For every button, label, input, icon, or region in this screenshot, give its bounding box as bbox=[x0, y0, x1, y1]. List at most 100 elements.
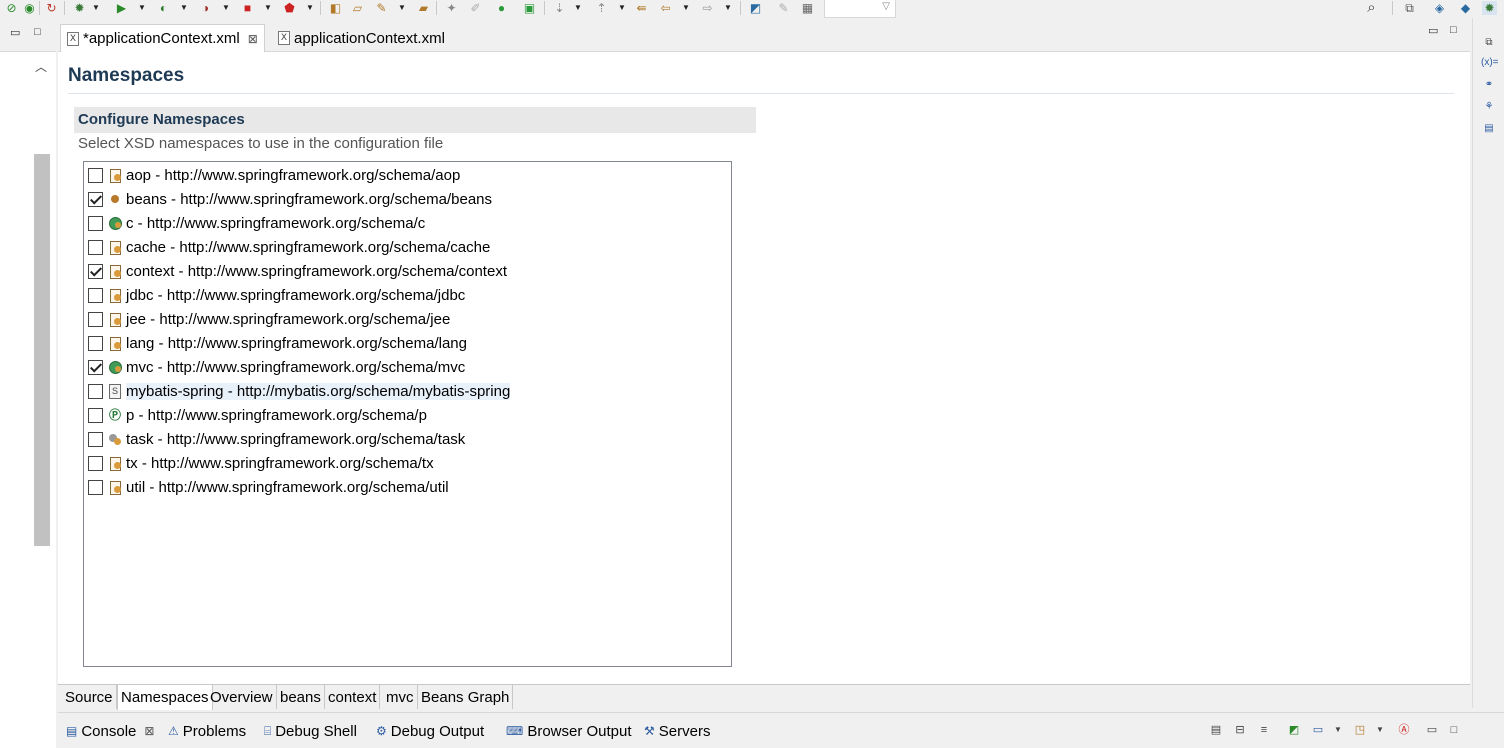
checkbox[interactable] bbox=[88, 359, 103, 375]
pin-editor-icon[interactable]: ◩ bbox=[748, 1, 763, 15]
grid-icon[interactable]: ▦ bbox=[800, 1, 815, 15]
tab-beans-graph[interactable]: Beans Graph bbox=[418, 685, 514, 709]
checkbox[interactable] bbox=[88, 167, 103, 183]
checkbox[interactable] bbox=[88, 431, 103, 447]
display-dropdown-icon[interactable]: ▼ bbox=[1330, 722, 1346, 738]
display-console-icon[interactable]: ▭ bbox=[1310, 722, 1326, 738]
console-icon[interactable]: ● bbox=[494, 1, 509, 15]
word-wrap-icon[interactable]: ≡ bbox=[1256, 722, 1272, 738]
tab-application-context[interactable]: X applicationContext.xml bbox=[272, 24, 451, 52]
checkbox[interactable] bbox=[88, 407, 103, 423]
forward-dropdown-icon[interactable]: ▼ bbox=[724, 4, 732, 12]
tab-debug-shell[interactable]: ⌸ Debug Shell bbox=[264, 721, 357, 741]
left-scrollbar[interactable]: ︿ bbox=[32, 56, 52, 746]
tab-application-context-dirty[interactable]: X *applicationContext.xml ⊠ bbox=[60, 24, 265, 52]
clear-console-icon[interactable]: ▤ bbox=[1208, 722, 1224, 738]
namespace-item-p[interactable]: Ⓟp - http://www.springframework.org/sche… bbox=[88, 404, 427, 426]
checkbox[interactable] bbox=[88, 311, 103, 327]
breakpoints-icon[interactable]: ⚭ bbox=[1481, 78, 1497, 92]
namespace-item-task[interactable]: task - http://www.springframework.org/sc… bbox=[88, 428, 465, 450]
profile-dropdown-icon[interactable]: ▼ bbox=[222, 4, 230, 12]
variables-icon[interactable]: (x)= bbox=[1481, 56, 1499, 70]
stop-dropdown-icon[interactable]: ▼ bbox=[264, 4, 272, 12]
annotation-icon[interactable]: ✦ bbox=[444, 1, 459, 15]
debug-perspective-button-icon[interactable]: ✹ bbox=[1482, 1, 1497, 15]
namespace-item-mybatis-spring[interactable]: mybatis-spring - http://mybatis.org/sche… bbox=[88, 380, 511, 402]
pin-console-icon[interactable]: ◩ bbox=[1286, 722, 1302, 738]
run-icon[interactable]: ▶ bbox=[114, 1, 129, 15]
namespace-item-mvc[interactable]: mvc - http://www.springframework.org/sch… bbox=[88, 356, 465, 378]
namespace-item-context[interactable]: context - http://www.springframework.org… bbox=[88, 260, 507, 282]
tab-servers[interactable]: ⚒ Servers bbox=[644, 721, 710, 741]
checkbox[interactable] bbox=[88, 383, 103, 399]
open-console-icon[interactable]: ◳ bbox=[1352, 722, 1368, 738]
profile-icon[interactable]: ◑ bbox=[198, 1, 213, 15]
stop-icon[interactable]: ■ bbox=[240, 1, 255, 15]
skip-breakpoints-icon[interactable]: ⊘ bbox=[4, 1, 19, 15]
checkbox[interactable] bbox=[88, 263, 103, 279]
checkbox[interactable] bbox=[88, 239, 103, 255]
forward-icon[interactable]: ⇨ bbox=[700, 1, 715, 15]
checkbox[interactable] bbox=[88, 215, 103, 231]
tab-context[interactable]: context bbox=[325, 685, 381, 709]
checkbox[interactable] bbox=[88, 455, 103, 471]
minimize-icon[interactable]: ▭ bbox=[10, 26, 20, 39]
deploy-dropdown-icon[interactable]: ▼ bbox=[306, 4, 314, 12]
block-selection-icon[interactable]: ✎ bbox=[776, 1, 791, 15]
namespace-item-lang[interactable]: lang - http://www.springframework.org/sc… bbox=[88, 332, 467, 354]
tab-console[interactable]: ▤ Console ⊠ bbox=[66, 721, 154, 741]
debug-icon[interactable]: ✹ bbox=[72, 1, 87, 15]
namespace-item-cache[interactable]: cache - http://www.springframework.org/s… bbox=[88, 236, 490, 258]
open-perspective-icon[interactable]: ⧉ bbox=[1402, 1, 1417, 15]
minimize-icon[interactable]: ▭ bbox=[1428, 24, 1438, 37]
close-icon[interactable]: ⊠ bbox=[144, 724, 154, 738]
tab-source[interactable]: Source bbox=[62, 685, 117, 709]
close-icon[interactable]: ⊠ bbox=[248, 32, 258, 46]
debug-dropdown-icon[interactable]: ▼ bbox=[92, 4, 100, 12]
deploy-icon[interactable]: ⬟ bbox=[282, 1, 297, 15]
minimize-icon[interactable]: ▭ bbox=[1424, 722, 1440, 738]
debug-perspective-icon[interactable]: ◉ bbox=[22, 1, 37, 15]
java-perspective-icon[interactable]: ◈ bbox=[1432, 1, 1447, 15]
namespace-item-aop[interactable]: aop - http://www.springframework.org/sch… bbox=[88, 164, 460, 186]
tab-mvc[interactable]: mvc bbox=[383, 685, 418, 709]
tab-beans[interactable]: beans bbox=[277, 685, 325, 709]
last-edit-icon[interactable]: ⇚ bbox=[634, 1, 649, 15]
namespace-item-tx[interactable]: tx - http://www.springframework.org/sche… bbox=[88, 452, 434, 474]
namespace-item-jdbc[interactable]: jdbc - http://www.springframework.org/sc… bbox=[88, 284, 465, 306]
maximize-icon[interactable]: □ bbox=[34, 26, 41, 38]
prev-annotation-dropdown-icon[interactable]: ▼ bbox=[618, 4, 626, 12]
open-task-icon[interactable]: ✎ bbox=[374, 1, 389, 15]
scroll-lock-icon[interactable]: ⊟ bbox=[1232, 722, 1248, 738]
open-folder-icon[interactable]: ▱ bbox=[350, 1, 365, 15]
jee-perspective-icon[interactable]: ◆ bbox=[1458, 1, 1473, 15]
restore-icon[interactable]: ⧉ bbox=[1481, 36, 1497, 50]
next-annotation-dropdown-icon[interactable]: ▼ bbox=[574, 4, 582, 12]
refresh-icon[interactable]: ↻ bbox=[44, 1, 59, 15]
open-console-dropdown-icon[interactable]: ▼ bbox=[1372, 722, 1388, 738]
tab-overview[interactable]: Overview bbox=[207, 685, 277, 709]
namespace-item-util[interactable]: util - http://www.springframework.org/sc… bbox=[88, 476, 449, 498]
maximize-icon[interactable]: □ bbox=[1446, 722, 1462, 738]
next-annotation-icon[interactable]: ⇣ bbox=[552, 1, 567, 15]
tab-debug-output[interactable]: ⚙ Debug Output bbox=[376, 721, 484, 741]
chevron-up-icon[interactable]: ︿ bbox=[35, 58, 47, 75]
run-dropdown-icon[interactable]: ▼ bbox=[138, 4, 146, 12]
expressions-icon[interactable]: ⚘ bbox=[1481, 100, 1497, 114]
search-icon[interactable]: ⌕ bbox=[1364, 0, 1379, 15]
tab-namespaces[interactable]: Namespaces bbox=[117, 685, 213, 710]
back-dropdown-icon[interactable]: ▼ bbox=[682, 4, 690, 12]
checkbox[interactable] bbox=[88, 287, 103, 303]
ant-icon[interactable]: Ⓐ bbox=[1396, 722, 1412, 738]
checkbox[interactable] bbox=[88, 191, 103, 207]
coverage-dropdown-icon[interactable]: ▼ bbox=[180, 4, 188, 12]
namespace-item-beans[interactable]: beans - http://www.springframework.org/s… bbox=[88, 188, 492, 210]
checkbox[interactable] bbox=[88, 335, 103, 351]
maximize-icon[interactable]: □ bbox=[1450, 24, 1457, 36]
namespace-item-c[interactable]: c - http://www.springframework.org/schem… bbox=[88, 212, 425, 234]
new-project-icon[interactable]: ◧ bbox=[328, 1, 343, 15]
outline-icon[interactable]: ▤ bbox=[1481, 122, 1497, 136]
pen-icon[interactable]: ✐ bbox=[468, 1, 483, 15]
prev-annotation-icon[interactable]: ⇡ bbox=[594, 1, 609, 15]
scrollbar-thumb[interactable] bbox=[34, 154, 50, 546]
